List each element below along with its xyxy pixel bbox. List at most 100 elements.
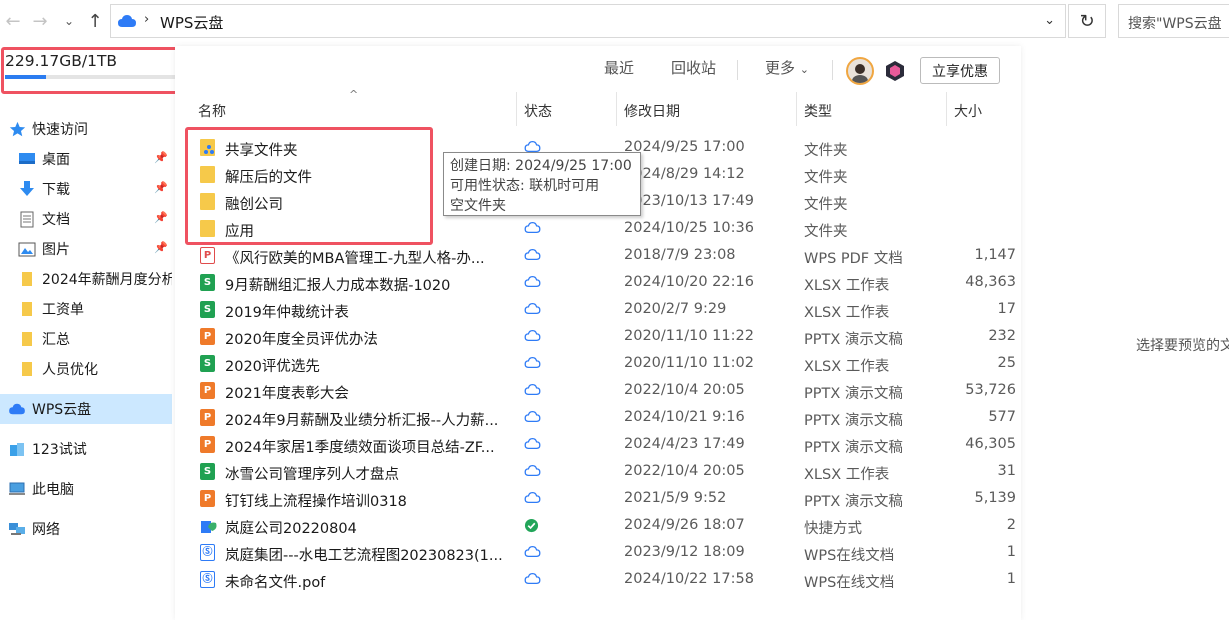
cloud-status-icon: [524, 248, 541, 265]
sidebar-label: 文档: [42, 212, 70, 228]
sidebar-item[interactable]: 下载 📌: [0, 174, 172, 204]
column-type[interactable]: 类型: [804, 92, 946, 126]
file-modified-date: 2020/11/10 11:02: [624, 355, 754, 371]
cloud-status-icon: [524, 383, 541, 400]
file-type: PPTX 演示文稿: [804, 386, 903, 402]
shortcut-icon: [200, 517, 217, 534]
file-name: 未命名文件.pof: [225, 575, 326, 591]
file-type: XLSX 工作表: [804, 305, 890, 321]
sidebar-item[interactable]: 桌面 📌: [0, 144, 172, 174]
file-size: 17: [997, 301, 1016, 317]
chevron-down-icon: ⌄: [799, 63, 810, 76]
file-row[interactable]: P 2024年9月薪酬及业绩分析汇报--人力薪... 2024/10/21 9:16…: [196, 404, 1022, 431]
download-icon: [18, 180, 36, 198]
pptx-icon: P: [200, 436, 215, 453]
sidebar-item-this-pc[interactable]: 此电脑: [0, 474, 172, 504]
more-button[interactable]: 更多 ⌄: [765, 57, 809, 78]
file-modified-date: 2023/9/12 18:09: [624, 544, 745, 560]
sidebar-item-wps-cloud[interactable]: WPS云盘: [0, 394, 172, 424]
file-size: 5,139: [974, 490, 1016, 506]
file-row[interactable]: Ⓢ 岚庭集团---水电工艺流程图20230823(1... 2023/9/12 18…: [196, 539, 1022, 566]
back-icon[interactable]: ←: [2, 8, 24, 34]
file-row[interactable]: S 冰雪公司管理序列人才盘点 2022/10/4 20:05 XLSX 工作表 31: [196, 458, 1022, 485]
file-row[interactable]: P 2020年度全员评优办法 2020/11/10 11:22 PPTX 演示文稿 23…: [196, 323, 1022, 350]
member-badge-icon[interactable]: [884, 60, 906, 82]
file-size: 46,305: [965, 436, 1016, 452]
file-row[interactable]: 岚庭公司20220804 2024/9/26 18:07 快捷方式 2: [196, 512, 1022, 539]
file-type: PPTX 演示文稿: [804, 494, 903, 510]
pin-icon[interactable]: 📌: [154, 241, 168, 254]
file-row[interactable]: P 钉钉线上流程操作培训0318 2021/5/9 9:52 PPTX 演示文稿 5,1…: [196, 485, 1022, 512]
search-input[interactable]: 搜索"WPS云盘: [1118, 4, 1229, 38]
file-row[interactable]: S 2019年仲裁统计表 2020/2/7 9:29 XLSX 工作表 17: [196, 296, 1022, 323]
file-type: 文件夹: [804, 224, 848, 240]
folder-icon: [18, 360, 36, 378]
sidebar-item[interactable]: 文档 📌: [0, 204, 172, 234]
sidebar-item[interactable]: 2024年薪酬月度分析: [0, 264, 172, 294]
file-row[interactable]: P 《风行欧美的MBA管理工-九型人格-办... 2018/7/9 23:08 WPS…: [196, 242, 1022, 269]
app-folder-icon: [8, 440, 26, 458]
column-status[interactable]: 状态: [524, 92, 616, 126]
folder-icon: [18, 270, 36, 288]
file-row[interactable]: P 2021年度表彰大会 2022/10/4 20:05 PPTX 演示文稿 53,72…: [196, 377, 1022, 404]
sidebar-item[interactable]: 汇总: [0, 324, 172, 354]
column-name[interactable]: 名称: [198, 92, 516, 126]
file-size: 25: [997, 355, 1016, 371]
cloud-icon: [118, 15, 136, 27]
up-icon[interactable]: ↑: [84, 8, 106, 34]
recycle-bin-button[interactable]: 回收站: [671, 57, 716, 78]
pin-icon[interactable]: 📌: [154, 211, 168, 224]
file-row[interactable]: S 2020评优选先 2020/11/10 11:02 XLSX 工作表 25: [196, 350, 1022, 377]
file-name: 2021年度表彰大会: [225, 386, 349, 402]
sidebar-item[interactable]: 人员优化: [0, 354, 172, 384]
cloud-status-icon: [524, 545, 541, 562]
recent-button[interactable]: 最近: [604, 57, 634, 78]
file-row[interactable]: S 9月薪酬组汇报人力成本数据-1020 2024/10/20 22:16 XLSX …: [196, 269, 1022, 296]
cloud-status-icon: [524, 572, 541, 589]
xlsx-icon: S: [200, 355, 215, 372]
chevron-down-icon[interactable]: ⌄: [1044, 13, 1055, 28]
file-type: 快捷方式: [804, 521, 862, 537]
file-name: 钉钉线上流程操作培训0318: [225, 494, 407, 510]
refresh-icon[interactable]: ↻: [1068, 4, 1106, 38]
share-offer-button[interactable]: 立享优惠: [920, 57, 1000, 84]
file-size: 1: [1006, 544, 1016, 560]
tooltip: 创建日期: 2024/9/25 17:00 可用性状态: 联机时可用 空文件夹: [443, 152, 641, 216]
address-toolbar: ← → ⌄ ↑ › WPS云盘 ⌄ ↻ 搜索"WPS云盘: [0, 0, 1229, 44]
cloud-status-icon: [524, 410, 541, 427]
document-icon: [18, 210, 36, 228]
file-modified-date: 2024/4/23 17:49: [624, 436, 745, 452]
file-type: PPTX 演示文稿: [804, 332, 903, 348]
address-path: WPS云盘: [160, 14, 224, 32]
file-size: 31: [997, 463, 1016, 479]
file-name: 2020评优选先: [225, 359, 320, 375]
pptx-icon: P: [200, 490, 215, 507]
cloud-status-icon: [524, 302, 541, 319]
forward-icon[interactable]: →: [29, 8, 51, 34]
pin-icon[interactable]: 📌: [154, 151, 168, 164]
column-modified[interactable]: 修改日期: [624, 92, 796, 126]
pin-icon[interactable]: 📌: [154, 181, 168, 194]
sidebar-item-test[interactable]: 123试试: [0, 434, 172, 464]
highlight-box-folders: [185, 127, 433, 245]
file-name: 《风行欧美的MBA管理工-九型人格-办...: [225, 251, 485, 267]
history-chevron-icon[interactable]: ⌄: [58, 8, 80, 34]
sidebar-label: 汇总: [42, 332, 70, 348]
file-name: 2024年9月薪酬及业绩分析汇报--人力薪...: [225, 413, 499, 429]
sidebar-item[interactable]: 图片 📌: [0, 234, 172, 264]
wps-online-icon: Ⓢ: [200, 544, 215, 561]
file-modified-date: 2024/9/25 17:00: [624, 139, 745, 155]
file-modified-date: 2024/10/25 10:36: [624, 220, 754, 236]
file-row[interactable]: Ⓢ 未命名文件.pof 2024/10/22 17:58 WPS在线文档 1: [196, 566, 1022, 593]
avatar[interactable]: [846, 57, 874, 85]
file-type: 文件夹: [804, 170, 848, 186]
cloud-status-icon: [524, 221, 541, 238]
sidebar-item[interactable]: 工资单: [0, 294, 172, 324]
file-type: PPTX 演示文稿: [804, 413, 903, 429]
file-row[interactable]: P 2024年家居1季度绩效面谈项目总结-ZF... 2024/4/23 17:49…: [196, 431, 1022, 458]
file-modified-date: 2024/10/20 22:16: [624, 274, 754, 290]
file-name: 冰雪公司管理序列人才盘点: [225, 467, 399, 483]
sidebar-item-network[interactable]: 网络: [0, 514, 172, 544]
address-bar[interactable]: › WPS云盘 ⌄: [110, 4, 1066, 38]
column-size[interactable]: 大小: [954, 92, 1020, 126]
